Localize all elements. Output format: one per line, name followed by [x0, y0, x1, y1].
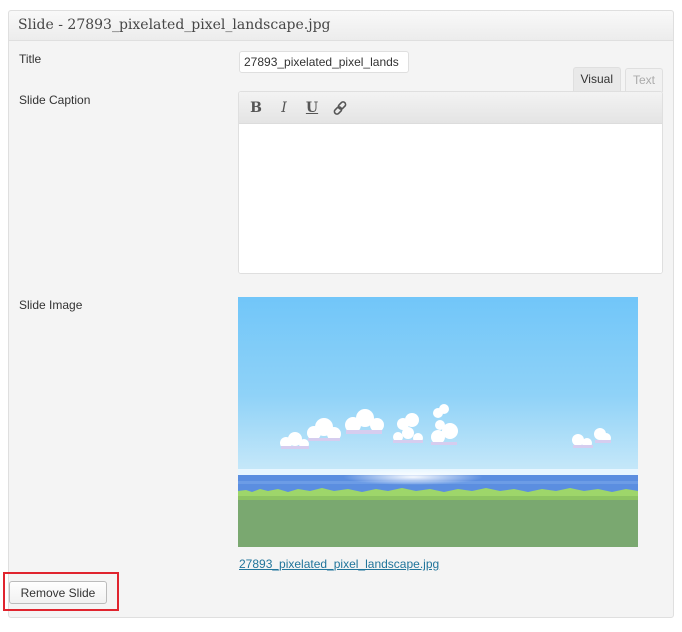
- bold-button[interactable]: B: [245, 97, 267, 119]
- editor-tabs: Visual Text: [572, 67, 663, 92]
- link-icon[interactable]: [329, 97, 351, 119]
- underline-button[interactable]: U: [301, 97, 323, 119]
- panel-title: Slide - 27893_pixelated_pixel_landscape.…: [9, 11, 673, 41]
- editor-toolbar: B I U: [239, 92, 662, 124]
- title-input[interactable]: [239, 51, 409, 73]
- remove-slide-button[interactable]: Remove Slide: [9, 581, 107, 604]
- slide-image-thumbnail: [238, 297, 638, 547]
- caption-editor: B I U: [238, 91, 663, 274]
- caption-label: Slide Caption: [19, 93, 91, 107]
- tab-visual[interactable]: Visual: [572, 67, 621, 92]
- image-file-link[interactable]: 27893_pixelated_pixel_landscape.jpg: [239, 557, 439, 571]
- caption-textarea[interactable]: [239, 124, 662, 273]
- image-label: Slide Image: [19, 298, 83, 312]
- italic-button[interactable]: I: [273, 97, 295, 119]
- title-label: Title: [19, 52, 42, 66]
- tab-text[interactable]: Text: [624, 68, 663, 92]
- slide-panel: Slide - 27893_pixelated_pixel_landscape.…: [8, 10, 674, 618]
